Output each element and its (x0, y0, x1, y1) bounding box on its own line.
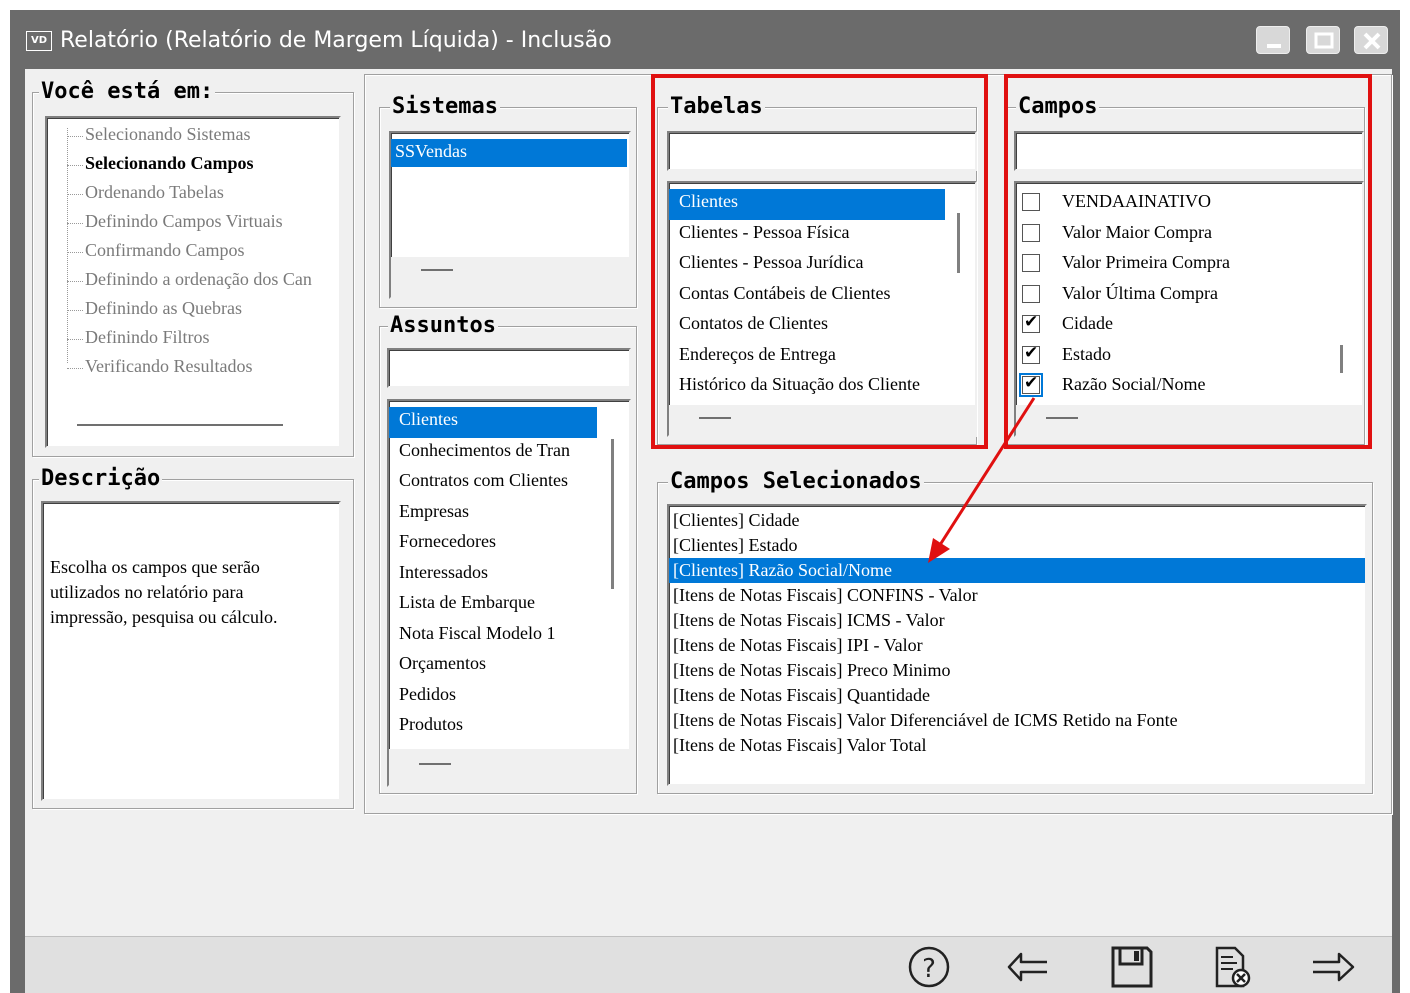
annotation-arrow (928, 397, 1036, 563)
